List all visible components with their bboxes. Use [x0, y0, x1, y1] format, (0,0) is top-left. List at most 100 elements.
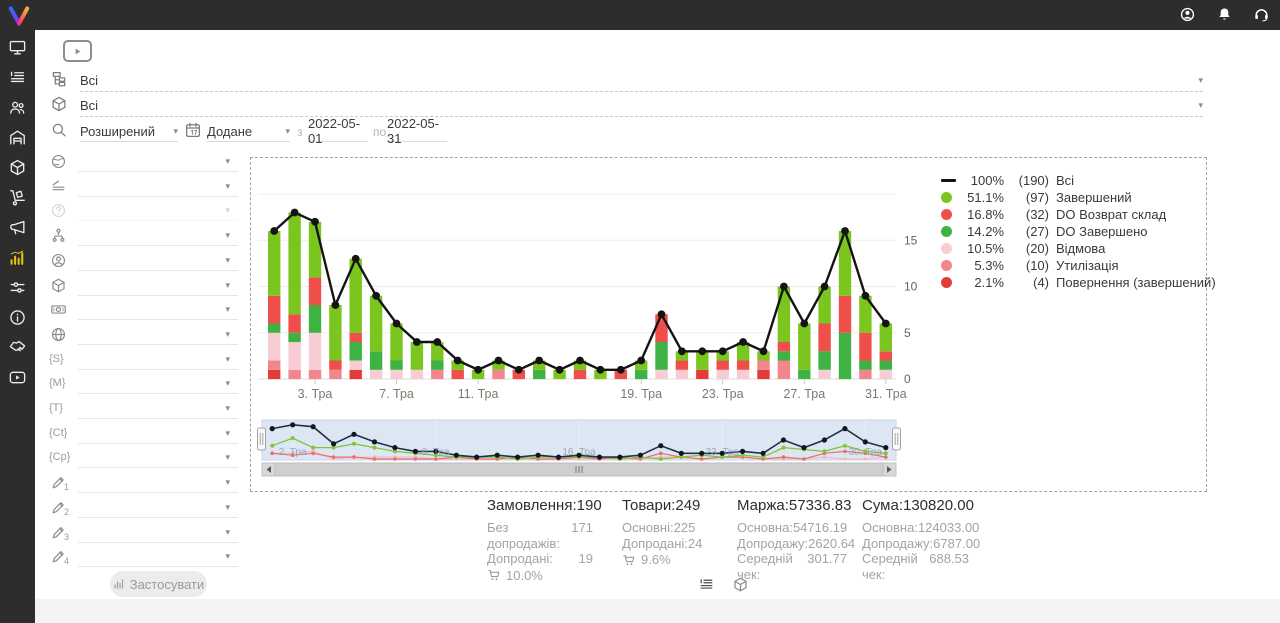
legend-item[interactable]: 16.8%(32)DO Возврат склад [941, 206, 1216, 223]
field-number-badge: 2 [64, 507, 69, 517]
legend-item[interactable]: 2.1%(4)Повернення (завершений) [941, 274, 1216, 291]
app-logo[interactable] [7, 3, 31, 27]
apply-button[interactable]: Застосувати [110, 571, 207, 597]
upsell-percent: 10.0% [506, 568, 543, 583]
structure-select[interactable]: ▾ [78, 226, 238, 246]
apply-button-label: Застосувати [130, 577, 205, 592]
question-icon [50, 202, 67, 219]
legend-label: DO Завершено [1056, 224, 1147, 239]
video-tutorial-button[interactable] [63, 40, 92, 62]
legend-count: (32) [1012, 207, 1049, 222]
mode-select[interactable]: Розширений ▾ [80, 121, 178, 142]
custom-field-4-select[interactable]: ▾ [78, 547, 238, 567]
utm-content-select[interactable]: ▾ [78, 424, 238, 444]
stat-sub-label: Основна: [737, 520, 793, 536]
chevron-down-icon: ▾ [225, 379, 230, 388]
reason-select: ▾ [78, 201, 238, 221]
legend-item[interactable]: 51.1%(97)Завершений [941, 189, 1216, 206]
stat-sub-label: Середній чек: [862, 551, 929, 582]
calendar-icon [184, 121, 202, 139]
legend-item[interactable]: 5.3%(10)Утилізація [941, 257, 1216, 274]
legend-item[interactable]: 100%(190)Всі [941, 172, 1216, 189]
support-button[interactable] [1253, 6, 1270, 23]
sidebar-item-warehouse[interactable] [8, 128, 27, 147]
status-filter-select[interactable]: Всі ▾ [80, 70, 1203, 92]
y-axis-label: 10 [904, 280, 918, 294]
stat-sub-value: 54716.19 [793, 520, 847, 536]
navigator-scrollbar[interactable] [262, 463, 896, 476]
custom-field-2-select[interactable]: ▾ [78, 498, 238, 518]
product-cube-icon [50, 95, 68, 113]
legend-percent: 51.1% [961, 190, 1004, 205]
legend-count: (190) [1012, 173, 1049, 188]
payment-select[interactable]: ▾ [78, 300, 238, 320]
chevron-down-icon: ▾ [225, 206, 230, 215]
country-select[interactable]: ▾ [78, 152, 238, 172]
product-select[interactable]: ▾ [78, 276, 238, 296]
legend-count: (4) [1012, 275, 1049, 290]
sidebar-item-settings[interactable] [8, 278, 27, 297]
legend-percent: 100% [961, 173, 1004, 188]
utm-source-select[interactable]: ▾ [78, 350, 238, 370]
legend-item[interactable]: 10.5%(20)Відмова [941, 240, 1216, 257]
monitor-icon [8, 38, 27, 57]
utm-campaign-select[interactable]: ▾ [78, 448, 238, 468]
legend-dot-marker [941, 277, 961, 288]
utm-medium-select[interactable]: ▾ [78, 374, 238, 394]
legend-dot-marker [941, 209, 961, 220]
x-axis-label: 27. Тра [783, 387, 825, 401]
custom-field-3-select[interactable]: ▾ [78, 523, 238, 543]
notifications-button[interactable] [1216, 6, 1233, 23]
legend-count: (20) [1012, 241, 1049, 256]
orders-view-toggle[interactable] [698, 576, 715, 593]
sidebar-item-products[interactable] [8, 158, 27, 177]
sidebar-rail [0, 30, 35, 623]
stat-sub-value: 19 [579, 551, 593, 567]
stacked-bars[interactable] [268, 213, 892, 380]
chevron-down-icon: ▾ [225, 330, 230, 339]
product-filter-select[interactable]: Всі ▾ [80, 95, 1203, 117]
sidebar-item-partners[interactable] [8, 338, 27, 357]
sidebar-item-shipping[interactable] [8, 188, 27, 207]
legend-item[interactable]: 14.2%(27)DO Завершено [941, 223, 1216, 240]
legend-percent: 14.2% [961, 224, 1004, 239]
stat-sub-value: 301.77 [807, 551, 847, 582]
navigator-handle-right[interactable] [893, 428, 901, 450]
tutorials-icon [8, 368, 27, 387]
utm-content-select-icon: {Ct} [49, 427, 67, 439]
stat-title: Сума: [862, 497, 903, 514]
stage-select[interactable]: ▾ [78, 177, 238, 197]
stat-sub-label: Допродажу: [737, 536, 808, 552]
navigator-label: 23. Тра [706, 447, 740, 458]
legend-count: (97) [1012, 190, 1049, 205]
stat-value: 190 [577, 497, 602, 514]
date-type-select[interactable]: Додане ▾ [207, 121, 290, 142]
total-line-points[interactable] [270, 209, 889, 374]
stat-title: Товари: [622, 497, 675, 514]
custom-field-1-select[interactable]: ▾ [78, 473, 238, 493]
chart-icon [113, 578, 125, 590]
site-select[interactable]: ▾ [78, 325, 238, 345]
top-bar [0, 0, 1280, 30]
date-from-input[interactable]: 2022-05-01 [308, 121, 368, 142]
manager-select[interactable]: ▾ [78, 251, 238, 271]
products-view-toggle[interactable] [732, 576, 749, 593]
sidebar-item-video-tutorials[interactable] [8, 368, 27, 387]
navigator-handle-left[interactable] [258, 428, 266, 450]
user-menu-button[interactable] [1179, 6, 1196, 23]
settings-icon [8, 278, 27, 297]
sidebar-item-analytics[interactable] [8, 248, 27, 267]
sidebar-item-dashboard[interactable] [8, 38, 27, 57]
chevron-down-icon: ▾ [225, 404, 230, 413]
sidebar-item-info[interactable] [8, 308, 27, 327]
utm-term-select[interactable]: ▾ [78, 399, 238, 419]
sidebar-item-customers[interactable] [8, 98, 27, 117]
stat-value: 249 [675, 497, 700, 514]
legend-count: (10) [1012, 258, 1049, 273]
orders-chart: 0510153. Тра7. Тра11. Тра19. Тра23. Тра2… [256, 160, 936, 410]
date-to-input[interactable]: 2022-05-31 [387, 121, 447, 142]
search-icon [50, 121, 68, 139]
sidebar-item-marketing[interactable] [8, 218, 27, 237]
chevron-down-icon: ▾ [225, 231, 230, 240]
sidebar-item-orders[interactable] [8, 68, 27, 87]
